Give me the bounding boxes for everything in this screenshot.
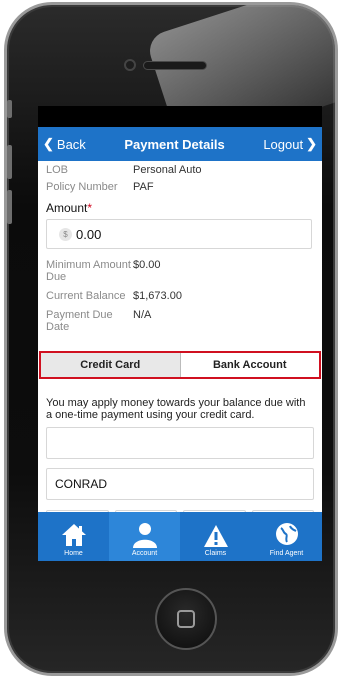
find-agent-icon <box>274 520 300 548</box>
home-square-icon <box>177 610 195 628</box>
payment-content: LOB Personal Auto Policy Number PAF Amou… <box>38 164 322 333</box>
payment-description: You may apply money towards your balance… <box>46 397 306 421</box>
current-balance-row: Current Balance $1,673.00 <box>46 290 314 302</box>
amount-label-text: Amount <box>46 201 88 215</box>
required-mark: * <box>87 201 93 215</box>
lob-row: LOB Personal Auto <box>46 164 314 176</box>
chevron-left-icon: ❮ <box>43 136 54 151</box>
tab-bank-account[interactable]: Bank Account <box>180 353 319 377</box>
policy-number-label: Policy Number <box>46 181 118 193</box>
nav-bar: ❮ Back Payment Details Logout ❯ <box>38 127 322 161</box>
dollar-icon: $ <box>59 227 72 241</box>
tabbar-find-agent-label: Find Agent <box>269 550 304 557</box>
mute-switch <box>7 100 12 118</box>
current-balance-value: $1,673.00 <box>133 290 182 302</box>
card-number-input[interactable] <box>46 427 314 459</box>
tab-credit-card[interactable]: Credit Card <box>41 353 181 377</box>
tabbar-account-label: Account <box>131 550 158 557</box>
status-bar <box>38 106 322 127</box>
page-title: Payment Details <box>124 136 225 152</box>
volume-up-button <box>7 145 12 179</box>
minimum-due-label: Minimum Amount Due <box>46 259 131 283</box>
home-icon <box>60 520 88 548</box>
front-camera <box>124 59 136 71</box>
lob-label: LOB <box>46 164 69 176</box>
policy-number-row: Policy Number PAF <box>46 181 314 193</box>
back-button[interactable]: ❮ Back <box>43 136 86 152</box>
volume-down-button <box>7 190 12 224</box>
tabbar-home-label: Home <box>64 550 83 557</box>
app-screen: ❮ Back Payment Details Logout ❯ LOB Pers… <box>38 106 322 561</box>
due-date-value: N/A <box>133 309 152 321</box>
due-date-label: Payment Due Date <box>46 309 113 333</box>
amount-label: Amount* <box>46 201 314 215</box>
phone-home-button[interactable] <box>155 588 217 650</box>
lob-value: Personal Auto <box>133 164 202 176</box>
chevron-right-icon: ❯ <box>306 136 317 151</box>
policy-number-value: PAF <box>133 181 154 193</box>
tabbar-claims-label: Claims <box>204 550 227 557</box>
due-date-row: Payment Due Date N/A <box>46 309 314 333</box>
tabbar-claims[interactable]: Claims <box>180 512 251 561</box>
earpiece-speaker <box>143 61 207 70</box>
current-balance-label: Current Balance <box>46 290 126 302</box>
payment-method-tabs: Credit Card Bank Account <box>39 351 321 379</box>
claims-icon <box>203 520 229 548</box>
minimum-due-row: Minimum Amount Due $0.00 <box>46 259 314 283</box>
logout-label: Logout <box>263 136 304 152</box>
back-label: Back <box>56 136 86 152</box>
account-icon <box>132 520 158 548</box>
tabbar-account[interactable]: Account <box>109 512 180 561</box>
minimum-due-value: $0.00 <box>133 259 161 271</box>
balance-info: Minimum Amount Due $0.00 Current Balance… <box>46 259 314 333</box>
amount-value: 0.00 <box>76 226 102 242</box>
logout-button[interactable]: Logout ❯ <box>263 136 317 152</box>
tabbar-home[interactable]: Home <box>38 512 109 561</box>
bottom-tab-bar: Home Account Claims Find Agent <box>38 512 322 561</box>
amount-input[interactable]: $ 0.00 <box>46 219 312 249</box>
tabbar-find-agent[interactable]: Find Agent <box>251 512 322 561</box>
cardholder-name-input[interactable]: CONRAD <box>46 468 314 500</box>
